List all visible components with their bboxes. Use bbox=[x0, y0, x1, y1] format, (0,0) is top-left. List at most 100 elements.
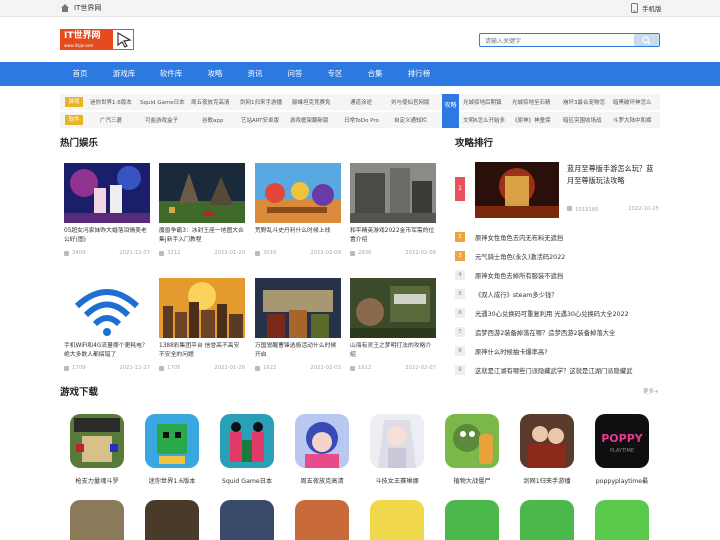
news-card[interactable]: 手机WiFi和4G流量哪个更耗电？绝大多数人都搞错了 1709 2021-12-2… bbox=[64, 278, 150, 373]
tag-link[interactable]: 艺站ART安卓版 bbox=[241, 116, 279, 124]
game-item[interactable] bbox=[514, 500, 580, 540]
game-item[interactable] bbox=[364, 500, 430, 540]
game-name[interactable]: 斗技女王赛琳娜 bbox=[364, 476, 430, 485]
ranking-featured[interactable]: 1 蓝月至尊版手游怎么玩？蓝月至尊版玩法攻略 1019180 2022-10-2… bbox=[455, 162, 660, 218]
news-title[interactable]: 荒野乱斗史丹利什么时候上线 bbox=[255, 227, 341, 246]
game-item[interactable]: POPPY PLAYTIME poppyplaytime最 bbox=[589, 414, 655, 485]
news-title[interactable]: 手机WiFi和4G流量哪个更耗电？绝大多数人都搞错了 bbox=[64, 342, 150, 361]
game-icon[interactable]: POPPY PLAYTIME bbox=[595, 414, 649, 468]
search-box[interactable]: 请输入关键字 bbox=[479, 33, 660, 47]
game-item[interactable]: 周五夜放克高清 bbox=[289, 414, 355, 485]
tag-link[interactable]: 刘与使仙官网版 bbox=[391, 98, 430, 106]
tag-link[interactable]: 光城掠地后期镇 bbox=[463, 98, 502, 106]
game-icon[interactable] bbox=[445, 414, 499, 468]
tag-link[interactable]: 迷你世界1.6版本 bbox=[90, 98, 132, 106]
ranking-item[interactable]: 9 这就是江湖有哪些门派隐藏武学？这就是江湖门派隐藏武 bbox=[455, 364, 660, 376]
news-thumbnail[interactable] bbox=[350, 163, 436, 223]
mobile-link[interactable]: 手机版 bbox=[642, 3, 662, 13]
tag-link[interactable]: 暗黑破坏神怎么 bbox=[613, 98, 652, 106]
news-card[interactable]: 魔兽争霸3：冰封王座一地图大合集|新手入门教程 3212 2022-01-20 bbox=[159, 163, 245, 258]
news-card[interactable]: 和平精英游戏2022金币军需的位置介绍 2936 2022-02-08 bbox=[350, 163, 436, 258]
game-name[interactable]: 枪支力量魂斗罗 bbox=[64, 476, 130, 485]
news-title[interactable]: 魔兽争霸3：冰封王座一地图大合集|新手入门教程 bbox=[159, 227, 245, 246]
ranking-title[interactable]: 《双人成行》steam多少钱？ bbox=[475, 290, 558, 299]
nav-software[interactable]: 软件库 bbox=[151, 62, 191, 86]
ranking-item[interactable]: 2 原神女性角色去内无布料无遮挡 bbox=[455, 231, 660, 243]
nav-topics[interactable]: 专区 bbox=[315, 62, 355, 86]
news-title[interactable]: 和平精英游戏2022金币军需的位置介绍 bbox=[350, 227, 436, 246]
game-item[interactable]: 迷你世界1.6版本 bbox=[139, 414, 205, 485]
game-icon[interactable] bbox=[520, 500, 574, 540]
more-link[interactable]: 更多+ bbox=[643, 387, 659, 395]
game-item[interactable] bbox=[214, 500, 280, 540]
game-item[interactable] bbox=[64, 500, 130, 540]
game-icon[interactable] bbox=[520, 414, 574, 468]
tag-link[interactable]: 游戏框架翻新版 bbox=[290, 116, 329, 124]
game-icon[interactable] bbox=[70, 500, 124, 540]
game-icon[interactable] bbox=[295, 500, 349, 540]
ranking-title[interactable]: 原神女性角色去内无布料无遮挡 bbox=[475, 233, 563, 242]
game-name[interactable]: Squid Game日本 bbox=[214, 476, 280, 485]
nav-games[interactable]: 游戏库 bbox=[104, 62, 144, 86]
ranking-item[interactable]: 6 光遇30心兑换码可重复利用 光遇30心兑换码大全2022 bbox=[455, 307, 660, 319]
ranking-item[interactable]: 5 《双人成行》steam多少钱？ bbox=[455, 288, 660, 300]
ranking-featured-title[interactable]: 蓝月至尊版手游怎么玩？蓝月至尊版玩法攻略 bbox=[567, 163, 659, 187]
tag-link[interactable]: 自定义通知栏 bbox=[394, 116, 427, 124]
game-item[interactable]: 剑网1归来手游播 bbox=[514, 414, 580, 485]
mobile-icon[interactable] bbox=[631, 3, 638, 13]
search-input[interactable]: 请输入关键字 bbox=[485, 36, 521, 45]
news-thumbnail[interactable] bbox=[159, 278, 245, 338]
ranking-thumbnail[interactable] bbox=[475, 162, 559, 218]
tag-link[interactable]: 周五夜放克高清 bbox=[191, 98, 230, 106]
news-thumbnail[interactable] bbox=[255, 163, 341, 223]
game-item[interactable]: Squid Game日本 bbox=[214, 414, 280, 485]
game-item[interactable]: 植物大战僵尸 bbox=[439, 414, 505, 485]
ranking-item[interactable]: 8 原神什么时候抽卡爆率高? bbox=[455, 345, 660, 357]
ranking-title[interactable]: 原神女角色去掉所有服装不遮挡 bbox=[475, 271, 563, 280]
tag-link[interactable]: 谷歌app bbox=[202, 116, 223, 124]
nav-qa[interactable]: 问答 bbox=[275, 62, 315, 86]
news-card[interactable]: 05超女冯家妹昨大婚落泪情美老公好(图) 3409 2021-12-07 bbox=[64, 163, 150, 258]
game-name[interactable]: 迷你世界1.6版本 bbox=[139, 476, 205, 485]
ranking-item[interactable]: 4 原神女角色去掉所有服装不遮挡 bbox=[455, 269, 660, 281]
news-title[interactable]: 05超女冯家妹昨大婚落泪情美老公好(图) bbox=[64, 227, 150, 246]
game-icon[interactable] bbox=[595, 500, 649, 540]
game-icon[interactable] bbox=[70, 414, 124, 468]
news-title[interactable]: 山海有灵王之梦明打法的攻略介绍 bbox=[350, 342, 436, 361]
ranking-title[interactable]: 光遇30心兑换码可重复利用 光遇30心兑换码大全2022 bbox=[475, 309, 629, 318]
ranking-title[interactable]: 原神什么时候抽卡爆率高? bbox=[475, 347, 548, 356]
home-icon[interactable] bbox=[60, 3, 70, 13]
tag-link[interactable]: 日常ToDo Pro bbox=[344, 116, 379, 124]
news-thumbnail[interactable] bbox=[255, 278, 341, 338]
game-icon[interactable] bbox=[220, 414, 274, 468]
news-thumbnail[interactable] bbox=[64, 278, 150, 338]
news-card[interactable]: 荒野乱斗史丹利什么时候上线 3016 2022-02-09 bbox=[255, 163, 341, 258]
tag-link[interactable]: 可盐游戏盒子 bbox=[145, 116, 178, 124]
game-icon[interactable] bbox=[145, 500, 199, 540]
tag-link[interactable]: 通道涂逆 bbox=[350, 98, 372, 106]
news-thumbnail[interactable] bbox=[159, 163, 245, 223]
ranking-item[interactable]: 3 元气骑士角色(永久)激活码2022 bbox=[455, 250, 660, 262]
game-icon[interactable] bbox=[145, 414, 199, 468]
tag-link[interactable]: Squid Game日本 bbox=[140, 98, 185, 106]
game-item[interactable]: 枪支力量魂斗罗 bbox=[64, 414, 130, 485]
tag-link[interactable]: 斗罗大陆中和裤 bbox=[613, 116, 652, 124]
tag-link[interactable]: 剑网1归来手游播 bbox=[240, 98, 282, 106]
game-name[interactable]: 植物大战僵尸 bbox=[439, 476, 505, 485]
game-icon[interactable] bbox=[445, 500, 499, 540]
game-item[interactable] bbox=[289, 500, 355, 540]
news-card[interactable]: 1388彩集团平台 信誉高不高安不安全的问题 1705 2022-01-26 bbox=[159, 278, 245, 373]
game-item[interactable] bbox=[139, 500, 205, 540]
nav-home[interactable]: 首页 bbox=[60, 62, 100, 86]
tag-link[interactable]: 《原神》神童保 bbox=[512, 116, 551, 124]
search-button[interactable] bbox=[634, 34, 659, 46]
nav-news[interactable]: 资讯 bbox=[235, 62, 275, 86]
tag-link[interactable]: 光城掠地至石精 bbox=[512, 98, 551, 106]
game-name[interactable]: 剑网1归来手游播 bbox=[514, 476, 580, 485]
game-icon[interactable] bbox=[220, 500, 274, 540]
game-item[interactable] bbox=[439, 500, 505, 540]
news-title[interactable]: 万国觉醒曹锋选极活动什么时候开启 bbox=[255, 342, 341, 361]
tag-link[interactable]: 崩坏3最合宠物怎 bbox=[563, 98, 605, 106]
site-name[interactable]: IT世界网 bbox=[74, 3, 101, 13]
game-name[interactable]: 周五夜放克高清 bbox=[289, 476, 355, 485]
